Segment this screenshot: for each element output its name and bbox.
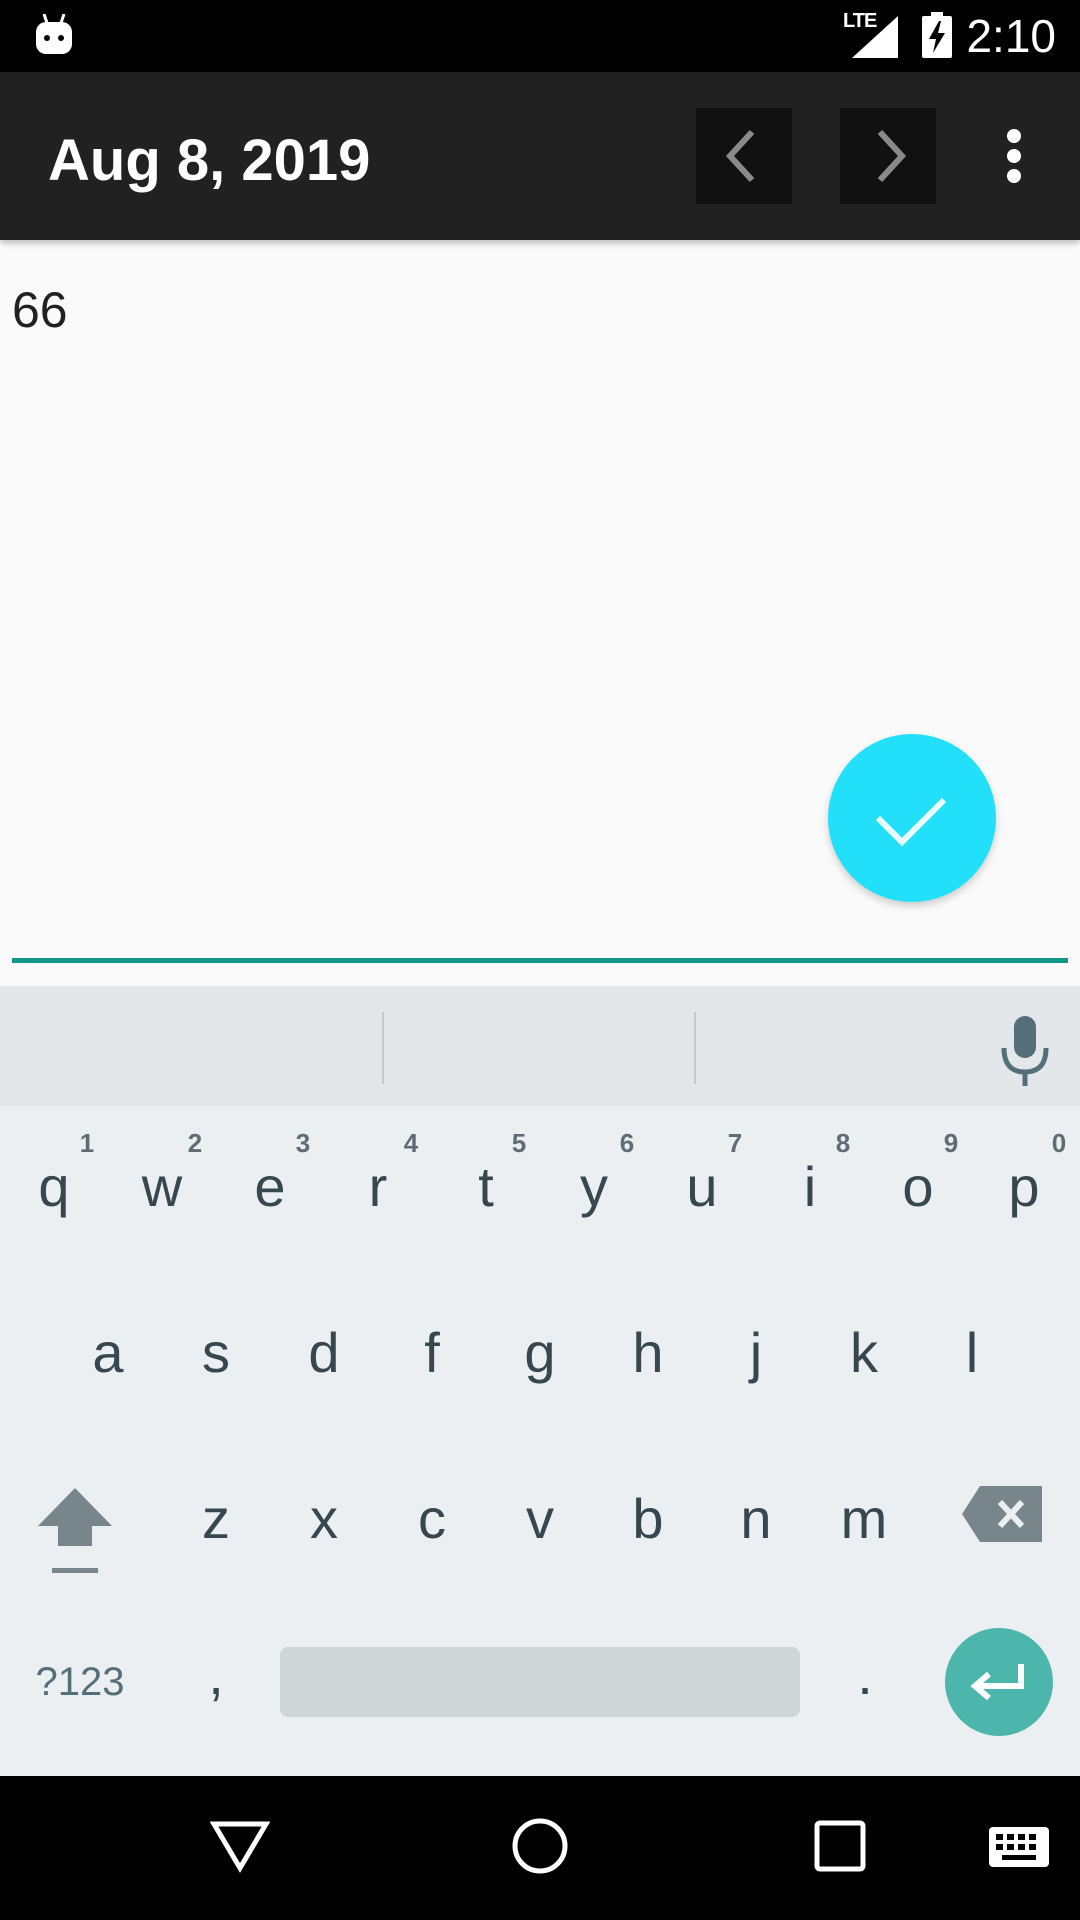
key-hint: 8 [835,1128,851,1158]
key-d[interactable]: d [274,1318,374,1388]
key-v[interactable]: v [490,1484,590,1554]
status-bar: LTE 2:10 [0,0,1080,72]
key-hint: 4 [403,1128,419,1158]
text-field-underline [12,958,1068,963]
key-b[interactable]: b [598,1484,698,1554]
key-y[interactable]: y [544,1152,644,1222]
comma-key[interactable]: , [176,1640,256,1710]
key-t[interactable]: t [436,1152,536,1222]
signal-icon [852,16,898,58]
shift-icon [38,1488,112,1573]
entry-text-field[interactable]: 66 [12,280,68,340]
next-day-button[interactable] [840,108,936,204]
key-n[interactable]: n [706,1484,806,1554]
enter-key[interactable] [945,1628,1053,1736]
period-key[interactable]: . [820,1640,910,1710]
back-icon[interactable] [210,1816,270,1876]
previous-day-button[interactable] [696,108,792,204]
key-w[interactable]: w [112,1152,212,1222]
key-o[interactable]: o [868,1152,968,1222]
suggestion-divider [694,1012,696,1084]
key-hint: 5 [511,1128,527,1158]
key-hint: 7 [727,1128,743,1158]
battery-charging-icon [922,12,952,58]
suggestion-strip [0,986,1080,1106]
overflow-menu-button[interactable] [990,120,1038,192]
key-hint: 0 [1051,1128,1067,1158]
confirm-fab-button[interactable] [828,734,996,902]
app-toolbar: Aug 8, 2019 [0,72,1080,240]
more-vert-icon [1007,129,1021,183]
key-hint: 1 [79,1128,95,1158]
key-s[interactable]: s [166,1318,266,1388]
android-notification-icon [36,14,72,54]
space-key[interactable] [280,1647,800,1717]
recents-icon[interactable] [812,1818,868,1874]
chevron-right-icon [877,129,907,183]
check-icon [875,797,947,847]
home-icon[interactable] [510,1816,570,1876]
microphone-icon [1001,1016,1049,1086]
enter-icon [970,1664,1024,1701]
key-z[interactable]: z [166,1484,266,1554]
key-k[interactable]: k [814,1318,914,1388]
shift-key[interactable] [28,1476,122,1580]
key-l[interactable]: l [922,1318,1022,1388]
symbols-key[interactable]: ?123 [20,1652,140,1712]
key-hint: 2 [187,1128,203,1158]
backspace-icon [962,1486,1042,1542]
key-f[interactable]: f [382,1318,482,1388]
key-m[interactable]: m [814,1484,914,1554]
keyboard-switch-icon[interactable] [988,1826,1050,1868]
key-u[interactable]: u [652,1152,752,1222]
key-q[interactable]: q [4,1152,104,1222]
key-j[interactable]: j [706,1318,806,1388]
key-hint: 3 [295,1128,311,1158]
status-time: 2:10 [966,10,1056,62]
key-e[interactable]: e [220,1152,320,1222]
key-g[interactable]: g [490,1318,590,1388]
key-p[interactable]: p [974,1152,1074,1222]
key-x[interactable]: x [274,1484,374,1554]
key-r[interactable]: r [328,1152,428,1222]
voice-input-button[interactable] [990,1012,1060,1092]
date-title: Aug 8, 2019 [48,128,371,193]
suggestion-divider [382,1012,384,1084]
key-i[interactable]: i [760,1152,860,1222]
key-c[interactable]: c [382,1484,482,1554]
system-nav-bar [0,1776,1080,1920]
key-h[interactable]: h [598,1318,698,1388]
chevron-left-icon [725,129,755,183]
key-hint: 6 [619,1128,635,1158]
key-a[interactable]: a [58,1318,158,1388]
key-hint: 9 [943,1128,959,1158]
backspace-key[interactable] [960,1484,1046,1544]
